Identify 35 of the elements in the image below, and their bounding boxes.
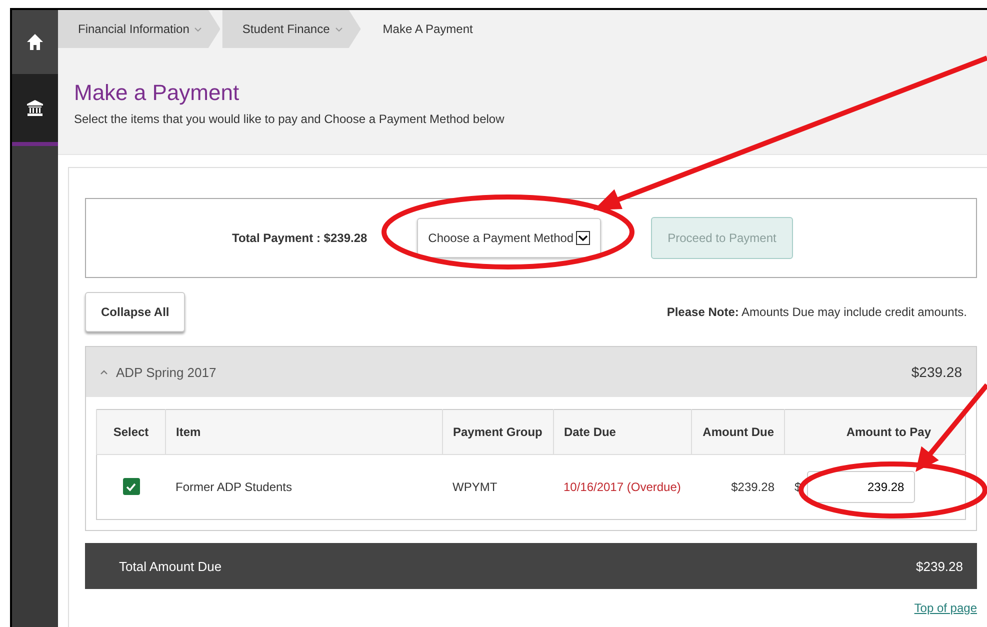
table-cell: $239.28	[692, 454, 784, 520]
column-header: Item	[166, 410, 442, 454]
chevron-down-icon	[334, 26, 343, 32]
total-label: Total Amount Due	[119, 558, 222, 574]
section-title: ADP Spring 2017	[116, 364, 216, 380]
page-subtitle: Select the items that you would like to pay and Choose a Payment Method below	[74, 112, 506, 126]
table-cell: 10/16/2017 (Overdue)	[553, 454, 692, 520]
column-header: Amount to Pay	[784, 410, 966, 454]
column-header: Payment Group	[442, 410, 554, 454]
column-header: Amount Due	[692, 410, 784, 454]
home-icon	[26, 33, 44, 51]
collapse-all-button[interactable]: Collapse All	[85, 292, 186, 332]
breadcrumb-link[interactable]: Financial Information	[58, 10, 220, 48]
sidebar-item[interactable]	[12, 74, 58, 146]
chevron-down-icon	[194, 26, 202, 32]
breadcrumb-link[interactable]: Student Finance	[222, 10, 361, 48]
note-text: Please Note: Amounts Due may include credit amounts.	[666, 305, 967, 319]
column-header: Select	[96, 410, 166, 454]
top-of-page-link[interactable]: Top of page	[914, 601, 977, 615]
payment-method-select[interactable]: Choose a Payment Method	[417, 218, 601, 258]
checkmark-icon	[125, 480, 138, 493]
section-header[interactable]: ADP Spring 2017 $239.28	[86, 347, 976, 397]
column-header: Date Due	[553, 410, 692, 454]
amount-input[interactable]: 239.28	[807, 471, 916, 503]
total-value: $239.28	[916, 558, 963, 574]
section-total: $239.28	[911, 364, 962, 380]
breadcrumb-link[interactable]: Make A Payment	[362, 10, 491, 48]
table-cell: WPYMT	[442, 454, 554, 520]
page-title: Make a Payment	[74, 80, 240, 106]
total-payment: Total Payment : $239.28	[232, 231, 368, 245]
caret-icon	[100, 369, 108, 375]
sidebar-item[interactable]	[12, 10, 58, 74]
bank-icon	[26, 99, 44, 117]
select-checkbox[interactable]	[122, 478, 140, 496]
table-cell: Former ADP Students	[166, 454, 442, 520]
